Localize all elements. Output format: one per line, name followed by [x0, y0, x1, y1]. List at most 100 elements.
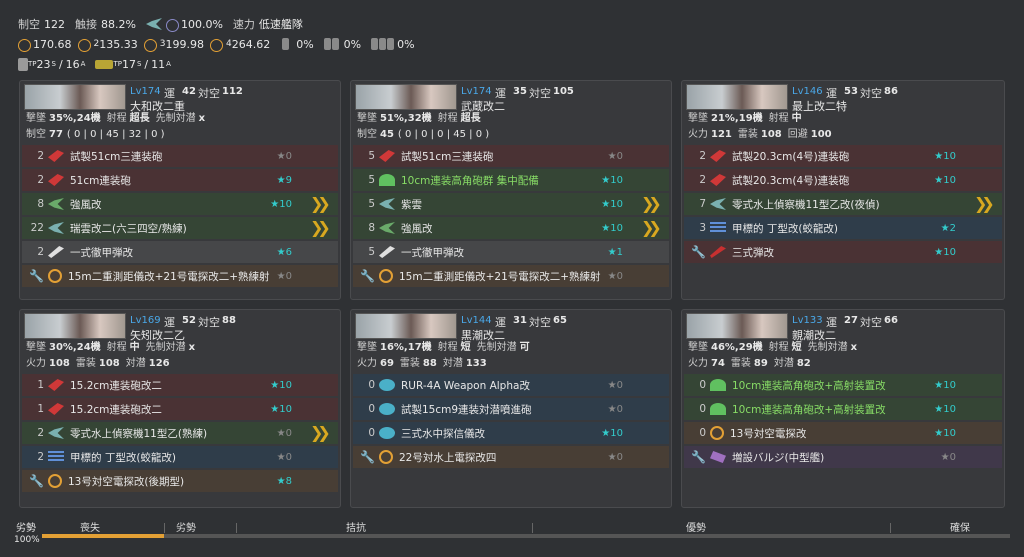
ship-portrait[interactable] — [355, 313, 457, 339]
luck-value: 53 — [844, 86, 858, 97]
balance-percent: 100% — [14, 535, 40, 545]
equipment-slot[interactable]: 0 試製15cm9連装対潜噴進砲 ★0 — [353, 398, 669, 420]
ship-stats-line1: 撃墜 46%,29機 射程短先制対潜 x — [682, 340, 1004, 356]
ship-stats-line2: 火力 74 雷装 89 対潜 82 — [682, 356, 1004, 372]
aa-label: 対空 — [529, 316, 551, 329]
equipment-name: 13号対空電探改 — [730, 427, 807, 440]
proficiency-chevron-icon: ❯❯ — [974, 194, 995, 213]
ship-name: 大和改二重 — [130, 100, 185, 113]
gun-icon — [379, 150, 395, 162]
tp1-s-value: 23 — [36, 57, 51, 71]
equipment-slot[interactable]: 2 試製20.3cm(4号)連装砲 ★10 — [684, 169, 1002, 191]
wrench-icon: 🔧 — [29, 474, 44, 488]
equipment-slot[interactable]: 8 強風改 ★10 ❯❯ — [353, 217, 669, 239]
fleet-summary: 制空 122 触接 88.2% 100.0% 速力 低速艦隊 170.68 2 … — [18, 14, 618, 74]
stat-label: 射程 — [768, 113, 789, 124]
equipment-slot[interactable]: 5 一式徹甲弾改 ★1 — [353, 241, 669, 263]
equipment-slot[interactable]: 3 甲標的 丁型改(蛟龍改) ★2 — [684, 217, 1002, 239]
equipment-slots: 2 試製20.3cm(4号)連装砲 ★10 2 試製20.3cm(4号)連装砲 ★10 7 零… — [682, 143, 1004, 269]
wrench-icon: 🔧 — [691, 245, 706, 259]
seaplane-icon — [48, 222, 64, 234]
ship-level: Lv174 — [130, 86, 161, 97]
balance-mark-inferior: 劣勢 — [176, 523, 196, 534]
ship-portrait[interactable] — [686, 313, 788, 339]
contact-value: 88.2% — [101, 17, 136, 31]
equipment-slot[interactable]: 7 零式水上偵察機11型乙改(夜偵) ❯❯ — [684, 193, 1002, 215]
shell-icon — [379, 246, 395, 258]
shell-icon — [48, 246, 64, 258]
stat-value: 46%,29機 — [711, 342, 763, 353]
equipment-name: 試製51cm三連装砲 — [70, 150, 163, 163]
wrench-icon: 🔧 — [360, 450, 375, 464]
ship-portrait[interactable] — [24, 313, 126, 339]
luck-value: 52 — [182, 315, 196, 326]
ship-stats-line2: 火力 69 雷装 88 対潜 133 — [351, 356, 671, 372]
drum-pct-2: 0% — [343, 37, 362, 51]
slot-count: 0 — [699, 379, 706, 391]
equipment-slot[interactable]: 2 甲標的 丁型改(蛟龍改) ★0 — [22, 446, 338, 468]
balance-tick — [890, 523, 891, 533]
equipment-slot[interactable]: 🔧 13号対空電探改(後期型) ★8 — [22, 470, 338, 492]
equipment-slot[interactable]: 🔧 22号対水上電探改四 ★0 — [353, 446, 669, 468]
balance-mark-parity: 拮抗 — [346, 523, 366, 534]
seaplane-icon — [145, 18, 162, 30]
balance-track — [42, 534, 1010, 538]
ship-portrait[interactable] — [686, 84, 788, 110]
stat-value: ( 0 | 0 | 0 | 45 | 0 ) — [397, 129, 490, 140]
ship-card[interactable]: Lv174 運 42 対空 112 大和改二重 撃墜 35%,24機 射程 超長 先制対潜 x 制空 77… — [19, 80, 341, 300]
equipment-slot[interactable]: 🔧 15m二重測距儀改+21号電探改二+熟練射 ★0 — [22, 265, 338, 287]
equipment-slot[interactable]: 22 瑞雲改二(六三四空/熟練) ❯❯ — [22, 217, 338, 239]
ltgun-icon — [710, 379, 726, 391]
air-label: 制空 — [18, 18, 40, 31]
improvement-star: ★10 — [934, 403, 956, 415]
sonar-icon — [379, 427, 395, 439]
equipment-slot[interactable]: 2 試製51cm三連装砲 ★0 — [22, 145, 338, 167]
equipment-slot[interactable]: 🔧 三式弾改 ★10 — [684, 241, 1002, 263]
equipment-slot[interactable]: 5 10cm連装高角砲群 集中配備 ★10 — [353, 169, 669, 191]
equipment-slot[interactable]: 0 13号対空電探改 ★10 — [684, 422, 1002, 444]
air-value: 122 — [44, 17, 65, 31]
ship-card[interactable]: Lv146 運 53 対空 86 最上改二特 撃墜 21%,19機 射程中火力 121 雷装 108 回… — [681, 80, 1005, 300]
balance-fill — [42, 534, 164, 538]
equipment-slot[interactable]: 8 強風改 ★10 ❯❯ — [22, 193, 338, 215]
balance-left-label: 劣勢 — [16, 523, 36, 534]
ship-portrait[interactable] — [355, 84, 457, 110]
stat-value: 126 — [148, 358, 170, 369]
ship-name: 親潮改二 — [792, 329, 836, 342]
equipment-slot[interactable]: 5 紫雲 ★10 ❯❯ — [353, 193, 669, 215]
equipment-slot[interactable]: 0 三式水中探信儀改 ★10 — [353, 422, 669, 444]
equipment-slot[interactable]: 2 零式水上偵察機11型乙(熟練) ★0 ❯❯ — [22, 422, 338, 444]
equipment-slot[interactable]: 0 10cm連装高角砲改+高射装置改 ★10 — [684, 374, 1002, 396]
proficiency-chevron-icon: ❯❯ — [310, 218, 331, 237]
slot-count: 0 — [699, 427, 706, 439]
tp-sub-1: TP — [28, 60, 37, 68]
equipment-name: 試製20.3cm(4号)連装砲 — [732, 150, 850, 163]
stat-value: 可 — [519, 342, 530, 353]
equipment-slot[interactable]: 1 15.2cm連装砲改二 ★10 — [22, 398, 338, 420]
ship-card[interactable]: Lv144 運 31 対空 65 黒潮改二 撃墜 16%,17機 射程短先制対潜可火力 69 雷装 8… — [350, 309, 672, 508]
ship-card[interactable]: Lv174 運 35 対空 105 武蔵改二 撃墜 51%,32機 射程 超長 制空 45( 0 | … — [350, 80, 672, 300]
equipment-slot[interactable]: 0 RUR-4A Weapon Alpha改 ★0 — [353, 374, 669, 396]
ship-portrait[interactable] — [24, 84, 126, 110]
equipment-slot[interactable]: 2 51cm連装砲 ★9 — [22, 169, 338, 191]
proficiency-chevron-icon: ❯❯ — [310, 194, 331, 213]
slot-count: 7 — [699, 198, 706, 210]
equipment-slot[interactable]: 🔧 増設バルジ(中型艦) ★0 — [684, 446, 1002, 468]
improvement-star: ★10 — [601, 222, 623, 234]
stat-label: 撃墜 — [26, 342, 46, 353]
improvement-star: ★0 — [607, 451, 623, 463]
ship-stats-line2: 制空 77( 0 | 0 | 45 | 32 | 0 ) — [20, 127, 340, 143]
stat-label: 撃墜 — [688, 342, 708, 353]
equipment-slot[interactable]: 🔧 15m二重測距儀改+21号電探改二+熟練射 ★0 — [353, 265, 669, 287]
ship-card[interactable]: Lv133 運 27 対空 66 親潮改二 撃墜 46%,29機 射程短先制対潜 x 火力 74 雷装 8… — [681, 309, 1005, 508]
equipment-slot[interactable]: 0 10cm連装高角砲改+高射装置改 ★10 — [684, 398, 1002, 420]
stat-label: 先制対潜 — [155, 113, 196, 124]
ship-card[interactable]: Lv169 運 52 対空 88 矢矧改二乙 撃墜 30%,24機 射程中先制対潜 x 火力 108 雷… — [19, 309, 341, 508]
equipment-slot[interactable]: 2 一式徹甲弾改 ★6 — [22, 241, 338, 263]
equipment-slot[interactable]: 5 試製51cm三連装砲 ★0 — [353, 145, 669, 167]
drum-icon — [371, 38, 379, 50]
equipment-slot[interactable]: 2 試製20.3cm(4号)連装砲 ★10 — [684, 145, 1002, 167]
equipment-slot[interactable]: 1 15.2cm連装砲改二 ★10 — [22, 374, 338, 396]
tp1-a-value: 16 — [65, 57, 80, 71]
stat-value: 82 — [796, 358, 811, 369]
